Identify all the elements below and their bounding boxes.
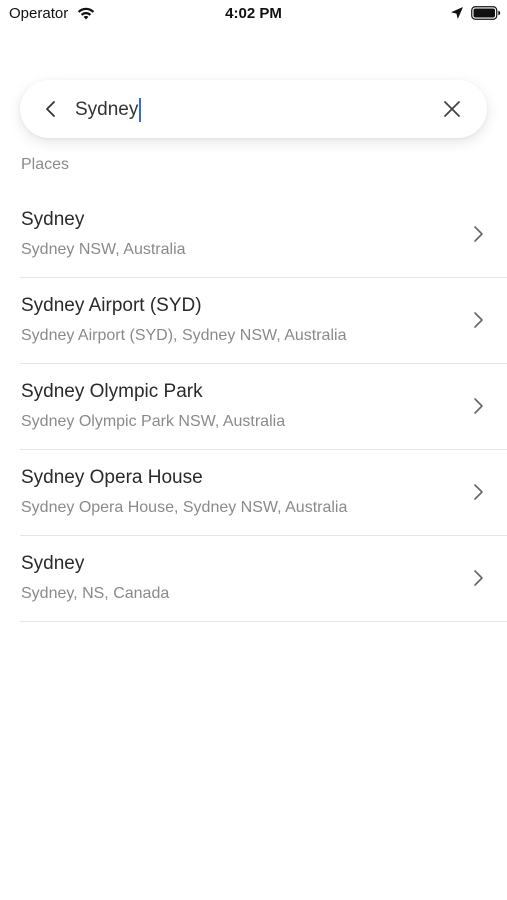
result-subtitle: Sydney Opera House, Sydney NSW, Australi…: [21, 499, 348, 516]
result-subtitle: Sydney Airport (SYD), Sydney NSW, Austra…: [21, 327, 347, 344]
result-title: Sydney: [21, 209, 85, 230]
result-title: Sydney Olympic Park: [21, 381, 203, 402]
result-item[interactable]: Sydney Sydney, NS, Canada: [20, 536, 507, 622]
chevron-right-icon: [474, 226, 483, 242]
chevron-left-icon: [46, 101, 55, 117]
search-input-value: Sydney: [75, 99, 139, 120]
result-item[interactable]: Sydney Olympic Park Sydney Olympic Park …: [20, 364, 507, 450]
result-title: Sydney Airport (SYD): [21, 295, 202, 316]
clock: 4:02 PM: [225, 5, 282, 22]
results-list: Sydney Sydney NSW, Australia Sydney Airp…: [20, 192, 507, 622]
result-subtitle: Sydney, NS, Canada: [21, 585, 170, 602]
result-title: Sydney Opera House: [21, 467, 203, 488]
battery-icon: [471, 6, 501, 20]
result-item[interactable]: Sydney Airport (SYD) Sydney Airport (SYD…: [20, 278, 507, 364]
search-input[interactable]: Sydney: [75, 98, 142, 122]
text-caret: [139, 98, 142, 122]
clear-search-button[interactable]: [437, 94, 467, 124]
chevron-right-icon: [474, 398, 483, 414]
chevron-right-icon: [474, 312, 483, 328]
status-bar: Operator 4:02 PM: [0, 0, 507, 28]
result-subtitle: Sydney Olympic Park NSW, Australia: [21, 413, 286, 430]
result-item[interactable]: Sydney Opera House Sydney Opera House, S…: [20, 450, 507, 536]
search-bar: Sydney: [20, 80, 487, 138]
result-title: Sydney: [21, 553, 85, 574]
chevron-right-icon: [474, 570, 483, 586]
result-item[interactable]: Sydney Sydney NSW, Australia: [20, 192, 507, 278]
back-button[interactable]: [36, 94, 66, 124]
close-icon: [444, 101, 460, 117]
chevron-right-icon: [474, 484, 483, 500]
location-arrow-icon: [451, 7, 463, 19]
result-subtitle: Sydney NSW, Australia: [21, 241, 186, 258]
section-label-places: Places: [21, 156, 70, 173]
